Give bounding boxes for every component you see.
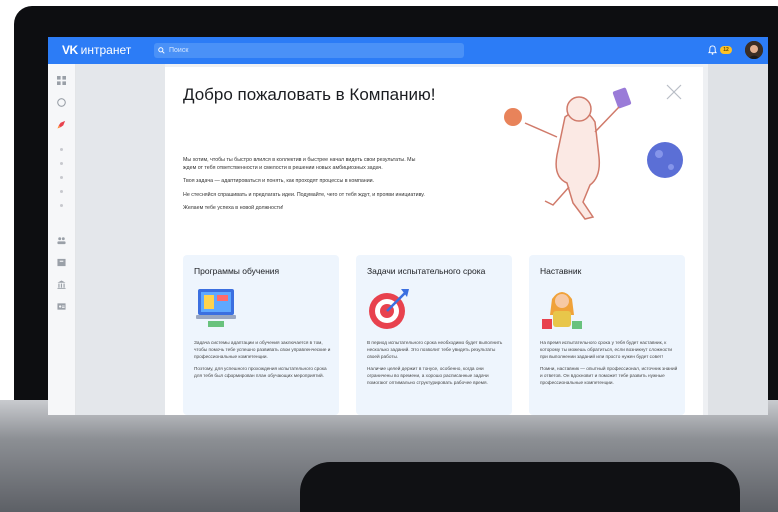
- card-title: Задачи испытательного срока: [367, 266, 486, 276]
- card-probation-tasks[interactable]: Задачи испытательного срока В период исп…: [356, 255, 512, 415]
- intro-paragraph: Мы хотим, чтобы ты быстро влился в колле…: [183, 157, 416, 171]
- card-paragraph: Наличие целей держит в тонусе, особенно,…: [367, 366, 489, 386]
- logo-text: интранет: [80, 43, 132, 57]
- background-content-right: [708, 64, 768, 415]
- card-title: Программы обучения: [194, 266, 280, 276]
- card-body: На время испытательного срока у тебя буд…: [540, 339, 680, 392]
- avatar-image: [745, 41, 763, 59]
- card-body: В период испытательного срока необходимо…: [367, 339, 507, 392]
- avatar[interactable]: [745, 41, 763, 59]
- intro-paragraph: Желаем тебе успеха в новой должности!: [183, 205, 284, 212]
- intro-text: Мы хотим, чтобы ты быстро влился в колле…: [183, 157, 428, 219]
- laptop-icon: [196, 289, 236, 327]
- bell-icon[interactable]: [708, 45, 717, 55]
- nav-dot[interactable]: [60, 162, 63, 165]
- card-mentor[interactable]: Наставник На время испытательного срока …: [529, 255, 685, 415]
- modal-title: Добро пожаловать в Компанию!: [183, 85, 436, 104]
- card-paragraph: В период испытательного срока необходимо…: [367, 340, 503, 360]
- target-icon: [369, 289, 409, 329]
- nav-dot[interactable]: [60, 148, 63, 151]
- vk-logo-icon: VK: [62, 43, 78, 57]
- search-placeholder: Поиск: [169, 47, 189, 54]
- contact-card-icon[interactable]: [57, 302, 66, 311]
- search-input[interactable]: Поиск: [154, 43, 464, 58]
- card-paragraph: Поэтому, для успешного прохождения испыт…: [194, 366, 327, 379]
- sidebar: [48, 64, 76, 415]
- background-content: [76, 64, 165, 415]
- intro-paragraph: Твоя задача — адаптироваться и понять, к…: [183, 178, 375, 185]
- logo[interactable]: VK интранет: [62, 43, 131, 57]
- monitor-stand: [300, 462, 740, 512]
- astronaut-illustration: [504, 87, 683, 220]
- intro-paragraph: Не стесняйся спрашивать и предлагать иде…: [183, 191, 425, 198]
- welcome-modal: Добро пожаловать в Компанию! Мы хотим, ч…: [165, 67, 703, 415]
- mentor-icon: [542, 292, 582, 329]
- nav-dot[interactable]: [60, 190, 63, 193]
- grid-icon[interactable]: [57, 76, 66, 85]
- notification-badge: 12: [720, 46, 732, 54]
- screen: VK интранет Поиск 12 Добро пожаловать в …: [48, 37, 768, 415]
- nav-dot[interactable]: [60, 176, 63, 179]
- card-paragraph: Задача системы адаптации и обучения закл…: [194, 340, 331, 360]
- card-paragraph: На время испытательного срока у тебя буд…: [540, 340, 673, 360]
- nav-dot[interactable]: [60, 204, 63, 207]
- card-body: Задача системы адаптации и обучения закл…: [194, 339, 334, 384]
- card-title: Наставник: [540, 266, 582, 276]
- building-icon[interactable]: [57, 280, 66, 289]
- card-training[interactable]: Программы обучения Задача системы адапта…: [183, 255, 339, 415]
- top-bar: VK интранет Поиск 12: [48, 37, 768, 64]
- people-icon[interactable]: [57, 236, 66, 245]
- search-icon: [158, 47, 165, 54]
- globe-icon[interactable]: [57, 98, 66, 107]
- rocket-icon[interactable]: [57, 120, 66, 129]
- card-paragraph: Помни, наставник — опытный профессионал,…: [540, 366, 678, 386]
- archive-icon[interactable]: [57, 258, 66, 267]
